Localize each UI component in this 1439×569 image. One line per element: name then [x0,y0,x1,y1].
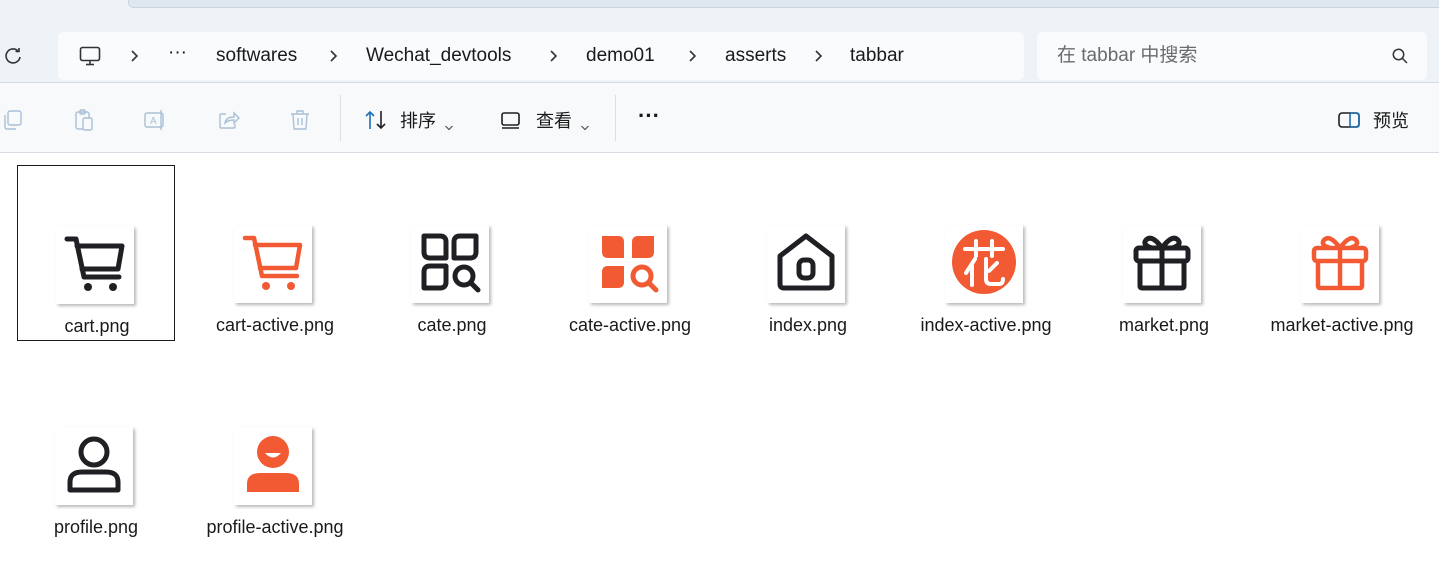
share-icon[interactable] [216,107,242,133]
delete-icon[interactable] [287,107,313,133]
gift-icon [1308,230,1372,299]
file-name: market-active.png [1270,315,1414,335]
breadcrumb-tabbar[interactable]: tabbar [850,44,904,68]
category-icon [596,230,660,299]
paste-icon[interactable] [71,107,97,133]
chevron-right-icon[interactable] [327,48,341,64]
breadcrumb[interactable]: ··· softwares Wechat_devtools demo01 ass… [58,32,1024,80]
file-item[interactable]: market-active.png [1263,165,1421,341]
preview-pane-icon [1337,110,1361,130]
sort-icon [364,109,390,131]
chevron-right-icon[interactable] [686,48,700,64]
home-icon [774,230,838,299]
search-input[interactable] [1057,44,1377,68]
file-thumbnail [55,427,133,505]
svg-text:A: A [150,116,157,127]
chevron-right-icon[interactable] [128,48,142,64]
file-thumbnail [56,226,134,304]
file-item[interactable]: index.png [729,165,887,341]
chevron-right-icon[interactable] [547,48,561,64]
user-icon [62,432,126,501]
file-name: cate-active.png [568,315,692,335]
address-bar: ··· softwares Wechat_devtools demo01 ass… [0,10,1439,82]
category-icon [418,230,482,299]
file-name: cart-active.png [215,315,335,335]
search-box[interactable] [1037,32,1427,80]
chevron-down-icon [444,116,454,131]
view-label: 查看 [536,111,572,131]
refresh-icon[interactable] [2,45,24,67]
file-thumbnail [1301,225,1379,303]
preview-pane-button[interactable]: 预览 [1337,105,1409,135]
file-thumbnail [767,225,845,303]
breadcrumb-softwares[interactable]: softwares [216,44,297,68]
file-item[interactable]: cate-active.png [551,165,709,341]
gift-icon [1130,230,1194,299]
file-item[interactable]: profile.png [17,367,175,543]
chevron-down-icon [580,116,590,131]
user-icon [241,432,305,501]
search-icon[interactable] [1391,47,1409,65]
file-item[interactable]: market.png [1085,165,1243,341]
view-button[interactable]: 查看 [500,105,590,135]
file-thumbnail [411,225,489,303]
file-name: cart.png [64,316,130,336]
cart-icon [241,230,305,299]
file-thumbnail [234,427,312,505]
file-name: index.png [768,315,848,335]
file-thumbnail [1123,225,1201,303]
breadcrumb-demo01[interactable]: demo01 [586,44,655,68]
breadcrumb-wechat-devtools[interactable]: Wechat_devtools [366,44,511,68]
rename-icon[interactable]: A [142,107,168,133]
copy-icon[interactable] [0,107,26,133]
file-item[interactable]: profile-active.png [196,367,354,543]
breadcrumb-more[interactable]: ··· [168,41,187,65]
file-item[interactable]: cart.png [17,165,175,341]
file-name: cate.png [417,315,487,335]
file-name: profile.png [53,517,139,537]
file-thumbnail [589,225,667,303]
file-name: index-active.png [920,315,1052,335]
toolbar-separator [340,95,341,141]
file-grid: cart.png cart-active.png cate.png cate-a… [0,154,1439,569]
flower-badge-icon [951,229,1017,300]
breadcrumb-asserts[interactable]: asserts [725,44,786,68]
file-item[interactable]: index-active.png [907,165,1065,341]
file-thumbnail [945,225,1023,303]
file-thumbnail [234,225,312,303]
more-options-button[interactable]: ··· [638,101,660,131]
sort-label: 排序 [400,111,436,131]
file-name: profile-active.png [206,517,344,537]
browser-tab[interactable] [128,0,1439,8]
toolbar-separator [615,95,616,141]
file-item[interactable]: cart-active.png [196,165,354,341]
file-item[interactable]: cate.png [373,165,531,341]
command-bar: A 排序 查看 ··· 预览 [0,83,1439,153]
view-icon [500,110,522,130]
file-name: market.png [1118,315,1210,335]
preview-label: 预览 [1373,111,1409,131]
computer-icon[interactable] [78,44,102,68]
window-top-strip [0,0,1439,10]
chevron-right-icon[interactable] [812,48,826,64]
sort-button[interactable]: 排序 [364,105,454,135]
cart-icon [63,231,127,300]
